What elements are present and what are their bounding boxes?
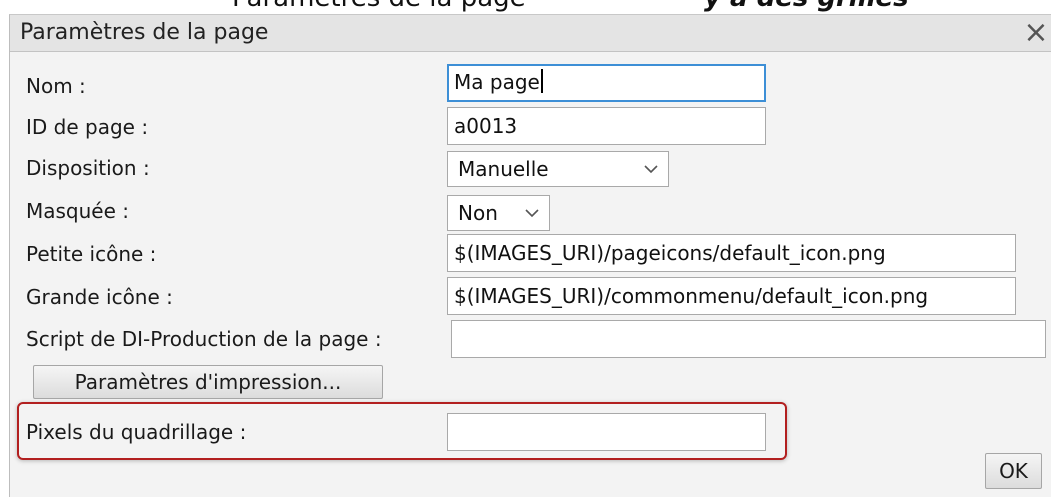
large-icon-input[interactable] — [447, 277, 1016, 315]
grid-pixels-label: Pixels du quadrillage : — [26, 420, 247, 444]
cropped-heading-left: Paramètres de la page — [232, 0, 526, 11]
large-icon-label: Grande icône : — [26, 285, 173, 309]
cropped-heading-fragment: Paramètres de la page y a des grilles — [0, 0, 1051, 14]
cropped-heading-right: y a des grilles — [704, 0, 909, 11]
text-caret — [540, 69, 543, 93]
page-settings-dialog: Paramètres de la page × Nom : Ma page ID… — [9, 14, 1051, 497]
layout-select[interactable]: Manuelle — [447, 151, 669, 187]
dialog-title: Paramètres de la page — [20, 20, 269, 45]
name-input[interactable]: Ma page — [447, 64, 766, 102]
small-icon-label: Petite icône : — [26, 242, 157, 266]
small-icon-input[interactable] — [447, 234, 1016, 272]
chevron-down-icon — [525, 209, 539, 218]
hidden-label: Masquée : — [26, 199, 130, 223]
print-settings-button[interactable]: Paramètres d'impression... — [33, 365, 383, 399]
close-icon[interactable]: × — [1023, 15, 1049, 51]
script-label: Script de DI-Production de la page : — [26, 327, 382, 351]
layout-label: Disposition : — [26, 156, 150, 180]
dialog-titlebar[interactable]: Paramètres de la page × — [10, 15, 1051, 52]
grid-pixels-input[interactable] — [447, 413, 766, 451]
page-id-input[interactable] — [447, 107, 766, 145]
ok-button[interactable]: OK — [985, 453, 1042, 489]
layout-select-value: Manuelle — [458, 157, 549, 181]
name-label: Nom : — [26, 74, 86, 98]
script-input[interactable] — [451, 320, 1046, 358]
page-id-label: ID de page : — [26, 115, 149, 139]
name-input-value: Ma page — [454, 70, 540, 94]
chevron-down-icon — [644, 165, 658, 174]
hidden-select-value: Non — [458, 201, 498, 225]
hidden-select[interactable]: Non — [447, 195, 550, 231]
